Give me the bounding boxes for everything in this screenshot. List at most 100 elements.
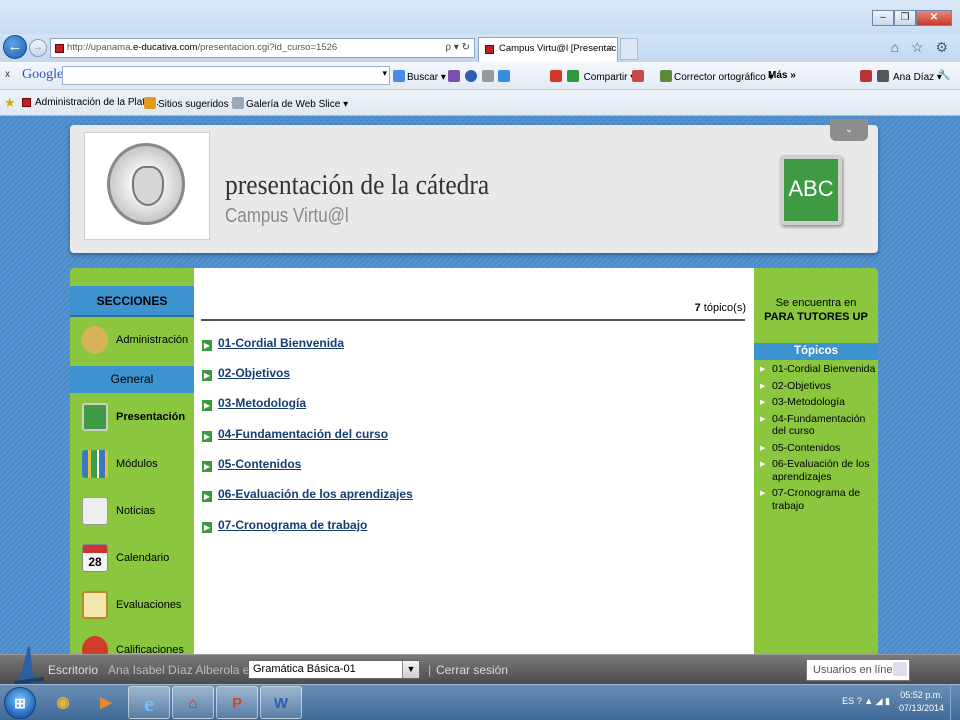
topic-link[interactable]: 04-Fundamentación del curso: [218, 427, 388, 441]
wrench-icon[interactable]: 🔧: [938, 70, 950, 81]
divider: [201, 319, 745, 321]
tab-close-icon[interactable]: ×: [607, 38, 613, 60]
list-item[interactable]: 04-Fundamentación del curso: [758, 413, 878, 438]
sidebar-item-noticias[interactable]: Noticias: [70, 491, 194, 531]
sidebar-item-evaluaciones[interactable]: Evaluaciones: [70, 585, 194, 625]
show-desktop-button[interactable]: [950, 685, 960, 720]
topic-link[interactable]: 05-Contenidos: [218, 457, 301, 471]
media-taskbar-button[interactable]: ▶: [85, 686, 127, 719]
page-subtitle: Campus Virtu@l: [225, 205, 349, 227]
topic-count-label: tópico(s): [700, 302, 746, 314]
campus-logo-icon: [14, 647, 44, 685]
search-dropdown-icon[interactable]: ▾: [382, 68, 387, 79]
location-label: Se encuentra en: [775, 297, 857, 309]
favorites-star-icon[interactable]: ★: [4, 95, 16, 111]
word-taskbar-button[interactable]: W: [260, 686, 302, 719]
fav-item-sitios-label: Sitios sugeridos ▾: [158, 99, 237, 110]
url-path: /presentacion.cgi?id_curso=1526: [197, 42, 338, 53]
spellcheck-button[interactable]: Corrector ortográfico ▾: [660, 70, 774, 83]
language-indicator[interactable]: ES: [842, 696, 854, 706]
toolbar-close-icon[interactable]: x: [5, 69, 10, 80]
ie-taskbar-button[interactable]: e: [128, 686, 170, 719]
clock-time: 05:52 p.m.: [900, 690, 943, 700]
toolbar-icons-group[interactable]: [448, 70, 512, 83]
user-label: Ana Díaz ▾: [893, 72, 942, 83]
powerpoint-taskbar-button[interactable]: P: [216, 686, 258, 719]
list-item[interactable]: 01-Cordial Bienvenida: [758, 363, 878, 376]
topic-link[interactable]: 03-Metodología: [218, 396, 306, 410]
online-users-label: Usuarios en línea: [813, 664, 899, 676]
sidebar-item-administracion[interactable]: Administración: [70, 320, 194, 360]
new-tab-button[interactable]: [620, 38, 638, 60]
desktop-link[interactable]: Escritorio: [48, 663, 98, 677]
sidebar-item-label: Módulos: [116, 458, 158, 470]
calendar-icon: 28: [82, 544, 108, 572]
share-group[interactable]: Compartir ▾: [550, 70, 635, 83]
url-domain: e-ducativa.com: [133, 42, 198, 53]
topic-item: ▶ 07-Cronograma de trabajo: [202, 518, 367, 536]
abc-board-small-icon: [82, 403, 108, 431]
left-sidebar: SECCIONES Administración General Present…: [70, 268, 194, 654]
topic-link[interactable]: 06-Evaluación de los aprendizajes: [218, 487, 413, 501]
list-item[interactable]: 07-Cronograma de trabajo: [758, 487, 878, 512]
sidebar-item-presentacion[interactable]: Presentación: [70, 397, 194, 437]
acrobat-icon: ⌂: [188, 695, 198, 712]
chrome-taskbar-button[interactable]: ◉: [42, 686, 84, 719]
collapse-header-button[interactable]: ⌄: [830, 119, 868, 141]
list-item[interactable]: 02-Objetivos: [758, 380, 878, 393]
topic-link[interactable]: 01-Cordial Bienvenida: [218, 336, 344, 350]
window-titlebar: – ❐ ✕: [0, 0, 960, 34]
buscar-button[interactable]: Buscar ▾: [393, 70, 446, 83]
topic-link[interactable]: 07-Cronograma de trabajo: [218, 518, 367, 532]
google-logo: Google: [22, 67, 64, 82]
sidebar-item-modulos[interactable]: Módulos: [70, 444, 194, 484]
fav-item-galeria[interactable]: Galería de Web Slice ▾: [232, 97, 348, 110]
user-button[interactable]: Ana Díaz ▾: [860, 70, 942, 83]
list-item[interactable]: 03-Metodología: [758, 396, 878, 409]
list-item[interactable]: 05-Contenidos: [758, 442, 878, 455]
more-button[interactable]: Más »: [768, 70, 796, 81]
clipboard-icon: [82, 591, 108, 619]
window-controls: – ❐ ✕: [872, 10, 952, 26]
topic-link[interactable]: 02-Objetivos: [218, 366, 290, 380]
chevron-down-icon[interactable]: ▼: [402, 661, 419, 678]
general-heading: General: [70, 366, 194, 393]
clock-date: 07/13/2014: [898, 703, 944, 713]
translate-dropdown[interactable]: [632, 70, 646, 83]
site-favicon-icon: [55, 44, 64, 53]
sidebar-item-label: Calendario: [116, 552, 170, 564]
google-toolbar: x Google ▾ Buscar ▾ Compartir ▾ Correcto…: [0, 62, 960, 90]
logout-link[interactable]: Cerrar sesión: [436, 663, 508, 677]
sitios-icon: [144, 97, 156, 109]
arrow-right-icon: ▶: [202, 340, 212, 351]
globe-icon: [464, 70, 477, 82]
topics-main: 7 tópico(s) ▶ 01-Cordial Bienvenida ▶ 02-O…: [194, 268, 754, 654]
close-window-button[interactable]: ✕: [916, 10, 952, 26]
tray-icons[interactable]: ? ▲ ◢ ▮: [857, 696, 890, 706]
browser-tab-active[interactable]: Campus Virtu@l [Presentac... ×: [478, 37, 618, 62]
spellcheck-icon: [660, 70, 672, 82]
list-item[interactable]: 06-Evaluación de los aprendizajes: [758, 458, 878, 483]
fav-item-admin[interactable]: Administración de la Plata...: [22, 97, 159, 108]
forward-button[interactable]: →: [29, 39, 47, 57]
acrobat-taskbar-button[interactable]: ⌂: [172, 686, 214, 719]
back-button[interactable]: ←: [3, 35, 27, 59]
start-button[interactable]: ⊞: [4, 687, 36, 719]
address-bar[interactable]: http://upanama.e-ducativa.com/presentaci…: [50, 38, 475, 58]
minimize-button[interactable]: –: [872, 10, 894, 26]
sidebar-item-calificaciones[interactable]: Calificaciones: [70, 630, 194, 654]
browser-navbar: ← → http://upanama.e-ducativa.com/presen…: [0, 34, 960, 62]
tab-favicon-icon: [485, 45, 494, 54]
fav-item-sitios[interactable]: Sitios sugeridos ▾: [144, 97, 236, 110]
sidebar-item-calendario[interactable]: 28 Calendario: [70, 538, 194, 578]
topic-count: 7 tópico(s): [695, 302, 746, 314]
online-users-field[interactable]: Usuarios en línea: [806, 659, 910, 681]
course-select[interactable]: Gramática Básica-01 ▼: [248, 660, 420, 679]
browser-home-favorites-tools-icons[interactable]: ⌂ ☆ ⚙: [891, 39, 952, 56]
restore-button[interactable]: ❐: [894, 10, 916, 26]
taskbar-clock[interactable]: 05:52 p.m. 07/13/2014: [899, 689, 944, 715]
address-actions[interactable]: ρ ▾ ↻: [445, 39, 470, 57]
media-player-icon: ▶: [100, 694, 112, 711]
system-tray: ES ? ▲ ◢ ▮: [842, 696, 890, 707]
google-search-input[interactable]: ▾: [62, 66, 390, 85]
